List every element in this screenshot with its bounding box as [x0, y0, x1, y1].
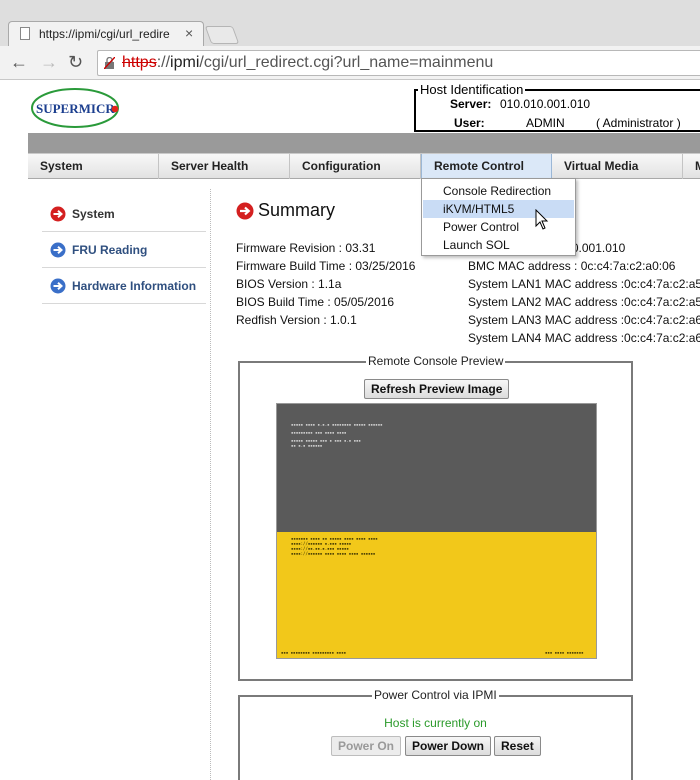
reload-icon[interactable]: ↻	[68, 52, 83, 72]
address-bar[interactable]: https://ipmi/cgi/url_redirect.cgi?url_na…	[97, 50, 700, 76]
user-role: ( Administrator )	[596, 116, 681, 130]
mouse-cursor-icon	[535, 209, 549, 230]
host-legend: Host Identification	[418, 82, 526, 97]
sidebar-item-fru-reading[interactable]: FRU Reading	[42, 232, 206, 268]
menu-configuration[interactable]: Configuration	[290, 154, 421, 179]
insecure-lock-icon	[104, 57, 115, 69]
server-value: 010.010.001.010	[500, 97, 591, 111]
lan2-mac-address: System LAN2 MAC address :0c:c4:7a:c2:a5:…	[468, 295, 700, 309]
page-title: Summary	[258, 200, 336, 220]
host-identification: Host Identification Server: 010.010.001.…	[414, 82, 700, 132]
bios-build-time: BIOS Build Time : 05/05/2016	[236, 295, 395, 309]
lan3-mac-address: System LAN3 MAC address :0c:c4:7a:c2:a6:…	[468, 313, 700, 327]
server-label: Server:	[450, 97, 492, 111]
bmc-mac-address: BMC MAC address : 0c:c4:7a:c2:a0:06	[468, 259, 676, 273]
sidebar-item-label: FRU Reading	[72, 243, 148, 257]
svg-text:SUPERMICR: SUPERMICR	[36, 101, 115, 116]
firmware-build-time: Firmware Build Time : 03/25/2016	[236, 259, 416, 273]
forward-icon[interactable]: →	[40, 52, 58, 72]
url-text: https://ipmi/cgi/url_redirect.cgi?url_na…	[122, 54, 494, 71]
dropdown-ikvm-html5[interactable]: iKVM/HTML5	[423, 200, 574, 218]
browser-tab[interactable]: https://ipmi/cgi/url_redire ×	[8, 21, 204, 46]
sidebar-item-system[interactable]: System	[42, 196, 206, 232]
preview-bottom-panel: ▪▪▪▪▪▪▪ ▪▪▪▪ ▪▪ ▪▪▪▪▪ ▪▪▪▪ ▪▪▪▪ ▪▪▪▪ ▪▪▪…	[277, 532, 596, 658]
lan4-mac-address: System LAN4 MAC address :0c:c4:7a:c2:a6:…	[468, 331, 700, 345]
remote-control-dropdown: Console Redirection iKVM/HTML5 Power Con…	[421, 178, 576, 256]
browser-tabstrip: https://ipmi/cgi/url_redire ×	[0, 0, 700, 46]
supermicro-logo: SUPERMICR	[31, 88, 119, 128]
dropdown-console-redirection[interactable]: Console Redirection	[423, 182, 574, 200]
tab-title: https://ipmi/cgi/url_redire	[39, 27, 170, 41]
dropdown-power-control[interactable]: Power Control	[423, 218, 574, 236]
preview-legend: Remote Console Preview	[366, 354, 506, 368]
sidebar-item-label: System	[72, 207, 115, 221]
menu-virtual-media[interactable]: Virtual Media	[552, 154, 683, 179]
menu-maintenance[interactable]: M	[683, 154, 700, 179]
tab-close-icon[interactable]: ×	[185, 25, 193, 41]
menu-system[interactable]: System	[28, 154, 159, 179]
sidebar-divider	[210, 189, 211, 780]
user-label: User:	[454, 116, 485, 130]
lan1-mac-address: System LAN1 MAC address :0c:c4:7a:c2:a5:…	[468, 277, 700, 291]
power-down-button[interactable]: Power Down	[405, 736, 492, 756]
refresh-preview-button[interactable]: Refresh Preview Image	[364, 379, 510, 399]
new-tab-button[interactable]	[204, 26, 240, 44]
menu-remote-control[interactable]: Remote Control	[421, 154, 552, 179]
dropdown-launch-sol[interactable]: Launch SOL	[423, 236, 574, 254]
menu-server-health[interactable]: Server Health	[159, 154, 290, 179]
host-power-status: Host is currently on	[384, 716, 487, 730]
arrow-right-icon	[50, 278, 66, 294]
arrow-right-icon	[50, 242, 66, 258]
header-bar	[28, 133, 700, 153]
user-value: ADMIN	[526, 116, 565, 130]
console-preview-image[interactable]: ▪▪▪▪▪ ▪▪▪▪ ▪.▪.▪ ▪▪▪▪▪▪▪▪ ▪▪▪▪▪ ▪▪▪▪▪▪ ▪…	[276, 403, 597, 659]
browser-toolbar: ← → ↻ https://ipmi/cgi/url_redirect.cgi?…	[0, 46, 700, 80]
power-on-button[interactable]: Power On	[331, 736, 402, 756]
redfish-version: Redfish Version : 1.0.1	[236, 313, 357, 327]
bios-version: BIOS Version : 1.1a	[236, 277, 342, 291]
back-icon[interactable]: ←	[10, 52, 28, 72]
page-icon	[20, 27, 30, 40]
power-legend: Power Control via IPMI	[372, 688, 499, 702]
preview-top-panel: ▪▪▪▪▪ ▪▪▪▪ ▪.▪.▪ ▪▪▪▪▪▪▪▪ ▪▪▪▪▪ ▪▪▪▪▪▪ ▪…	[277, 404, 596, 532]
main-menu: System Server Health Configuration Remot…	[28, 153, 700, 179]
summary-arrow-icon	[236, 202, 254, 220]
firmware-revision: Firmware Revision : 03.31	[236, 241, 376, 255]
arrow-right-icon	[50, 206, 66, 222]
sidebar-item-hardware-information[interactable]: Hardware Information	[42, 268, 206, 304]
reset-button[interactable]: Reset	[494, 736, 541, 756]
sidebar-item-label: Hardware Information	[72, 279, 197, 293]
